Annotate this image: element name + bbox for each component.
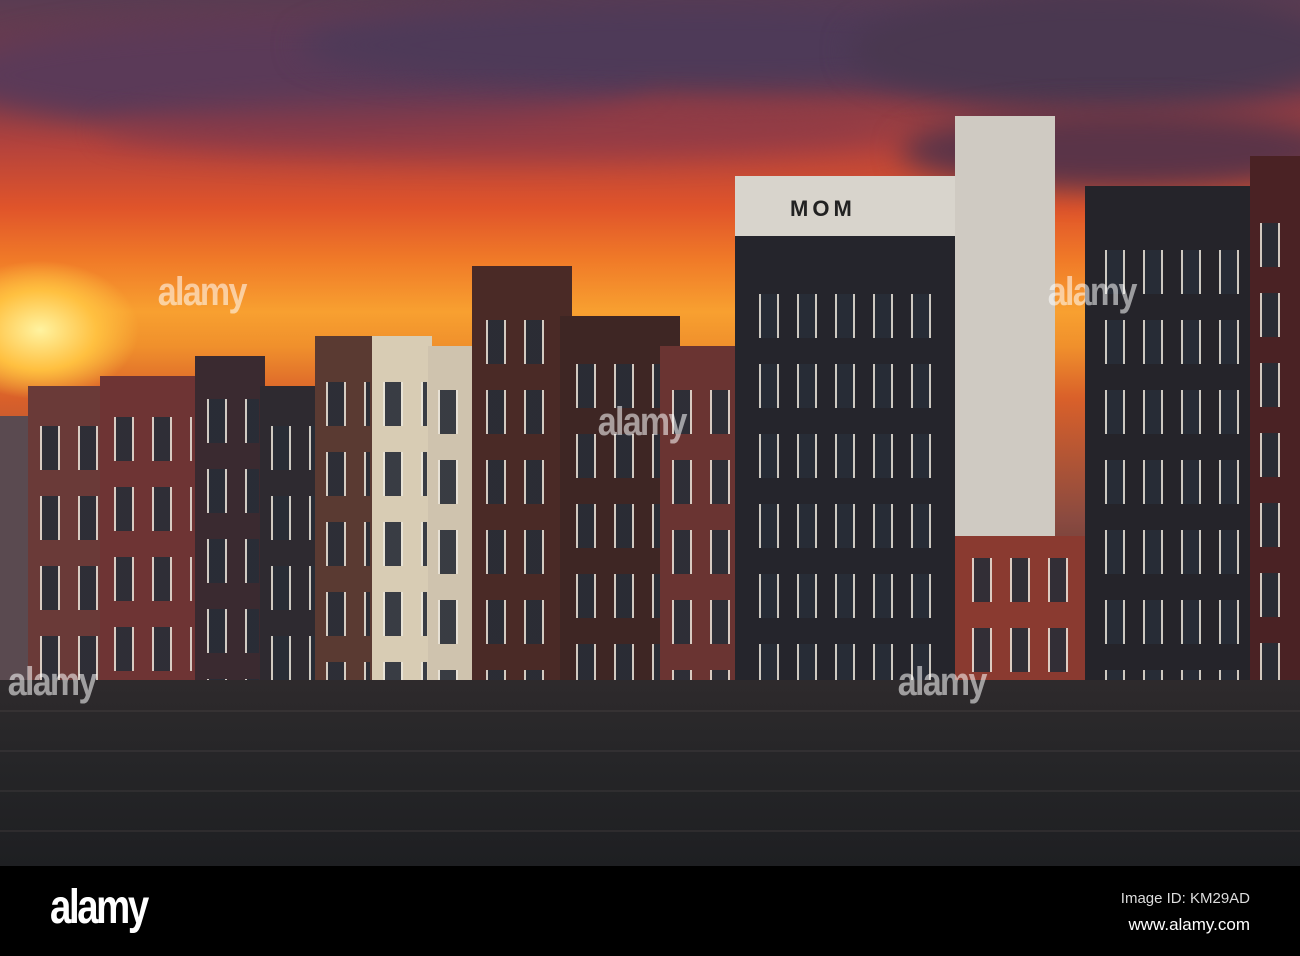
building (1085, 186, 1255, 716)
building (260, 386, 320, 716)
watermark-logo: alamy (897, 660, 988, 704)
website-link: www.alamy.com (1128, 915, 1250, 934)
building (472, 266, 572, 716)
watermark-logo: alamy (1047, 270, 1138, 314)
canal-water (0, 680, 1300, 866)
building: MOM (735, 176, 960, 716)
cloud (850, 0, 1300, 110)
building (372, 336, 432, 716)
building (195, 356, 265, 716)
building (100, 376, 200, 716)
building (315, 336, 375, 716)
watermark-logo: alamy (7, 660, 98, 704)
watermark-logo: alamy (157, 270, 248, 314)
footer-bar (0, 866, 1300, 956)
building (1250, 156, 1300, 716)
image-id: Image ID: KM29AD (1120, 890, 1250, 907)
cloud (100, 100, 900, 160)
building (428, 346, 478, 716)
watermark-logo: alamy (597, 400, 688, 444)
alamy-logo: alamy (50, 881, 149, 934)
facade-sign: MOM (790, 196, 856, 221)
photo-amsterdam-canal-sunset: MOM alamy alamy alamy alamy alamy (0, 0, 1300, 866)
